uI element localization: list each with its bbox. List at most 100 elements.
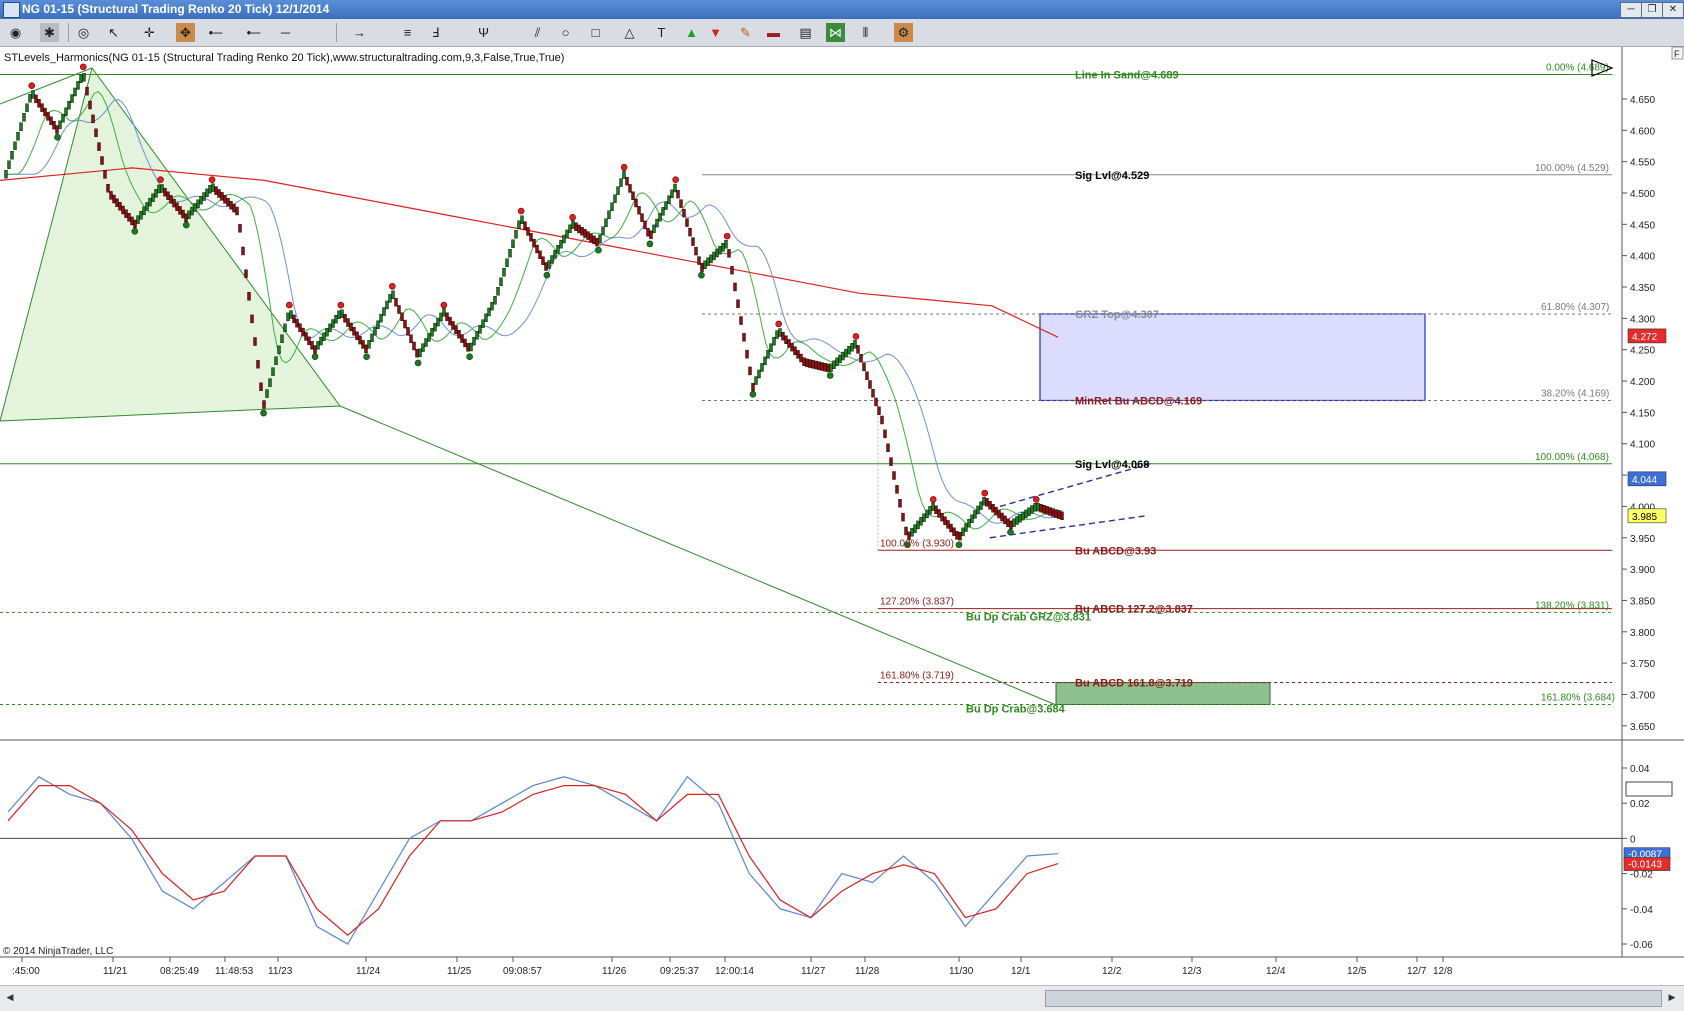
renko-brick-up xyxy=(19,122,23,131)
bar-type-icon[interactable]: ⫴ xyxy=(856,23,875,42)
renko-brick-up xyxy=(484,313,488,322)
lines-icon[interactable]: ≡ xyxy=(398,23,417,42)
triangle-icon[interactable]: △ xyxy=(620,23,639,42)
arrow-up-icon[interactable]: ▲ xyxy=(682,23,701,42)
chart-area[interactable]: 4.650 4.600 4.550 4.500 4.450 4.400 4.350 4.300… xyxy=(0,46,1684,985)
cursor-icon[interactable]: ↖ xyxy=(104,23,123,42)
scroll-left-icon[interactable]: ◀ xyxy=(2,990,18,1005)
settings-icon[interactable]: ✱ xyxy=(40,23,59,42)
scrollbar-thumb[interactable] xyxy=(1045,990,1662,1007)
panel-icon[interactable]: ▬ xyxy=(764,23,783,42)
chart-type-icon[interactable]: ⋈ xyxy=(826,23,845,42)
renko-brick-down xyxy=(889,457,893,466)
line-icon[interactable]: •─ xyxy=(206,23,225,42)
level-label: Line In Sand@4.689 xyxy=(1075,70,1179,82)
renko-brick-down xyxy=(1060,511,1064,521)
renko-brick-up xyxy=(139,211,143,220)
renko-brick-up xyxy=(190,206,194,216)
level-label: Bu ABCD 127.2@3.837 xyxy=(1075,604,1193,616)
pitchfork-icon[interactable]: Ψ xyxy=(474,23,493,42)
renko-brick-up xyxy=(556,245,560,254)
renko-brick-down xyxy=(1000,512,1004,522)
renko-brick-down xyxy=(463,338,467,348)
eye-icon[interactable]: ◎ xyxy=(74,23,93,42)
fib-percent-label: 161.80% (3.719) xyxy=(880,671,954,682)
renko-brick-down xyxy=(112,194,116,204)
ray-icon[interactable]: •─ xyxy=(244,23,263,42)
renko-brick-down xyxy=(1048,507,1052,516)
renko-brick-up xyxy=(559,239,563,249)
renko-brick-down xyxy=(826,363,830,373)
renko-brick-up xyxy=(616,186,620,195)
horizontal-line-icon[interactable]: ─ xyxy=(276,23,295,42)
swing-high-dot xyxy=(286,301,293,309)
scroll-right-icon[interactable]: ▶ xyxy=(1664,990,1680,1005)
renko-brick-down xyxy=(118,202,122,211)
renko-brick-down xyxy=(868,380,872,389)
renko-brick-up xyxy=(667,195,671,204)
fib-percent-label: 38.20% (4.169) xyxy=(1541,388,1609,399)
renko-brick-up xyxy=(919,517,923,526)
text-icon[interactable]: T xyxy=(652,23,671,42)
renko-brick-up xyxy=(838,354,842,364)
renko-brick-down xyxy=(214,186,218,195)
horizontal-scrollbar[interactable]: ◀ ▶ xyxy=(0,985,1684,1011)
renko-brick-down xyxy=(745,349,749,359)
renko-brick-down xyxy=(733,282,737,292)
renko-brick-up xyxy=(337,310,341,319)
renko-brick-down xyxy=(1006,518,1010,527)
pan-icon[interactable]: ✥ xyxy=(176,23,195,42)
time-tick-label: 12/3 xyxy=(1182,966,1202,977)
renko-brick-down xyxy=(85,86,89,96)
time-tick-label: 11/28 xyxy=(855,966,880,977)
renko-brick-up xyxy=(265,389,269,398)
renko-brick-up xyxy=(910,528,914,537)
renko-brick-down xyxy=(631,191,635,200)
renko-brick-up xyxy=(487,307,491,317)
properties-icon[interactable]: ⚙ xyxy=(894,23,913,42)
renko-brick-up xyxy=(832,360,836,369)
channel-icon[interactable]: ⫽ xyxy=(528,23,547,42)
renko-brick-up xyxy=(205,188,209,198)
renko-brick-down xyxy=(94,128,98,137)
renko-brick-up xyxy=(502,268,506,277)
crosshair-icon[interactable]: ✛ xyxy=(140,23,159,42)
data-box-icon[interactable]: ▤ xyxy=(796,23,815,42)
renko-brick-down xyxy=(529,233,533,242)
renko-brick-up xyxy=(385,300,389,310)
renko-brick-up xyxy=(607,210,611,219)
fibonacci-icon[interactable]: Ⅎ xyxy=(426,23,445,42)
arrow-down-icon[interactable]: ▼ xyxy=(706,23,725,42)
renko-brick-down xyxy=(49,116,53,125)
level-label: Bu Dp Crab GRZ@3.831 xyxy=(966,611,1091,623)
level-label: Sig Lvl@4.068 xyxy=(1075,459,1149,471)
price-tick-label: 3.850 xyxy=(1630,596,1655,607)
renko-brick-down xyxy=(250,314,254,324)
pencil-icon[interactable]: ✎ xyxy=(736,23,755,42)
renko-brick-up xyxy=(472,336,476,346)
rectangle-icon[interactable]: □ xyxy=(586,23,605,42)
renko-brick-up xyxy=(4,169,8,179)
renko-brick-down xyxy=(679,199,683,208)
renko-brick-down xyxy=(640,213,644,222)
renko-brick-down xyxy=(217,189,221,198)
maximize-button[interactable]: ❐ xyxy=(1641,2,1663,18)
renko-brick-up xyxy=(196,199,200,209)
renko-brick-down xyxy=(643,220,647,230)
eye-icon[interactable]: ◉ xyxy=(6,23,25,42)
renko-brick-down xyxy=(811,360,815,369)
renko-brick-down xyxy=(880,415,884,425)
ellipse-icon[interactable]: ○ xyxy=(556,23,575,42)
renko-brick-down xyxy=(229,200,233,210)
renko-brick-down xyxy=(682,208,686,218)
level-label: Bu Dp Crab@3.684 xyxy=(966,704,1066,716)
minimize-button[interactable]: ─ xyxy=(1620,2,1642,18)
renko-brick-down xyxy=(634,198,638,208)
renko-brick-up xyxy=(778,328,782,337)
renko-brick-down xyxy=(796,350,800,359)
renko-brick-down xyxy=(865,371,869,380)
close-button[interactable]: ✕ xyxy=(1662,2,1684,18)
arrow-line-icon[interactable]: → xyxy=(350,23,369,42)
osc-tick-label: -0.06 xyxy=(1630,940,1653,951)
renko-brick-up xyxy=(382,307,386,316)
